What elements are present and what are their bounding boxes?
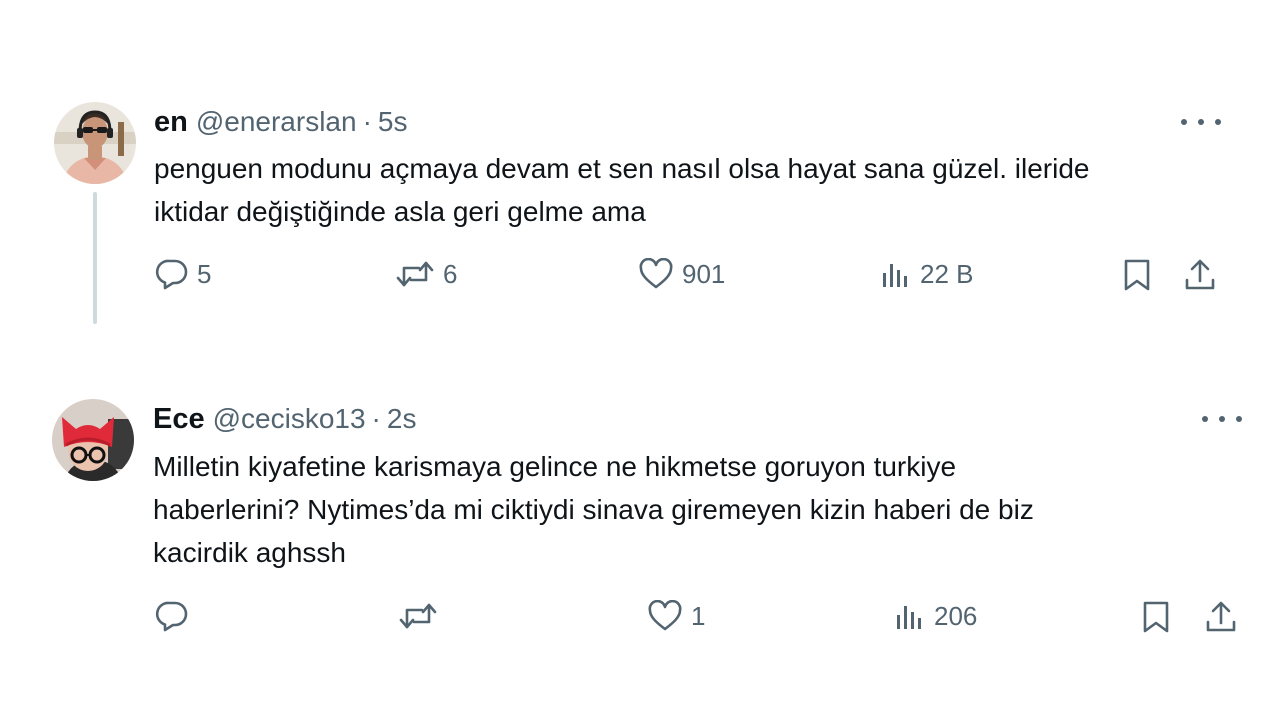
share-button[interactable]: [1204, 600, 1238, 634]
views-button[interactable]: 206: [894, 600, 977, 632]
user-handle[interactable]: @cecisko13: [213, 403, 366, 435]
tweet-text-line: Milletin kiyafetine karismaya gelince ne…: [153, 451, 957, 482]
display-name[interactable]: Ece: [153, 403, 205, 436]
bookmark-icon: [1143, 601, 1169, 633]
tweet-text-line: kacirdik aghssh: [153, 537, 346, 568]
tweet-2[interactable]: Ece @cecisko13 · 2s Milletin kiyafetine …: [0, 0, 1280, 720]
retweet-icon: [399, 603, 437, 629]
views-icon: [897, 606, 921, 629]
like-count: 1: [691, 600, 706, 631]
retweet-button[interactable]: [398, 600, 446, 632]
like-icon: [648, 600, 682, 631]
timestamp[interactable]: 2s: [387, 403, 417, 435]
like-button[interactable]: 1: [647, 600, 705, 632]
reply-button[interactable]: [155, 600, 197, 632]
tweet-text: Milletin kiyafetine karismaya gelince ne…: [153, 445, 1213, 574]
tweet-header: Ece @cecisko13 · 2s: [153, 403, 416, 436]
more-icon[interactable]: [1202, 409, 1242, 429]
reply-icon: [155, 601, 188, 632]
avatar[interactable]: [52, 399, 134, 481]
bookmark-button[interactable]: [1140, 600, 1172, 634]
tweet-text-line: haberlerini? Nytimes’da mi ciktiydi sina…: [153, 494, 1034, 525]
share-icon: [1206, 601, 1236, 632]
views-count: 206: [934, 600, 978, 631]
separator: ·: [371, 403, 381, 434]
